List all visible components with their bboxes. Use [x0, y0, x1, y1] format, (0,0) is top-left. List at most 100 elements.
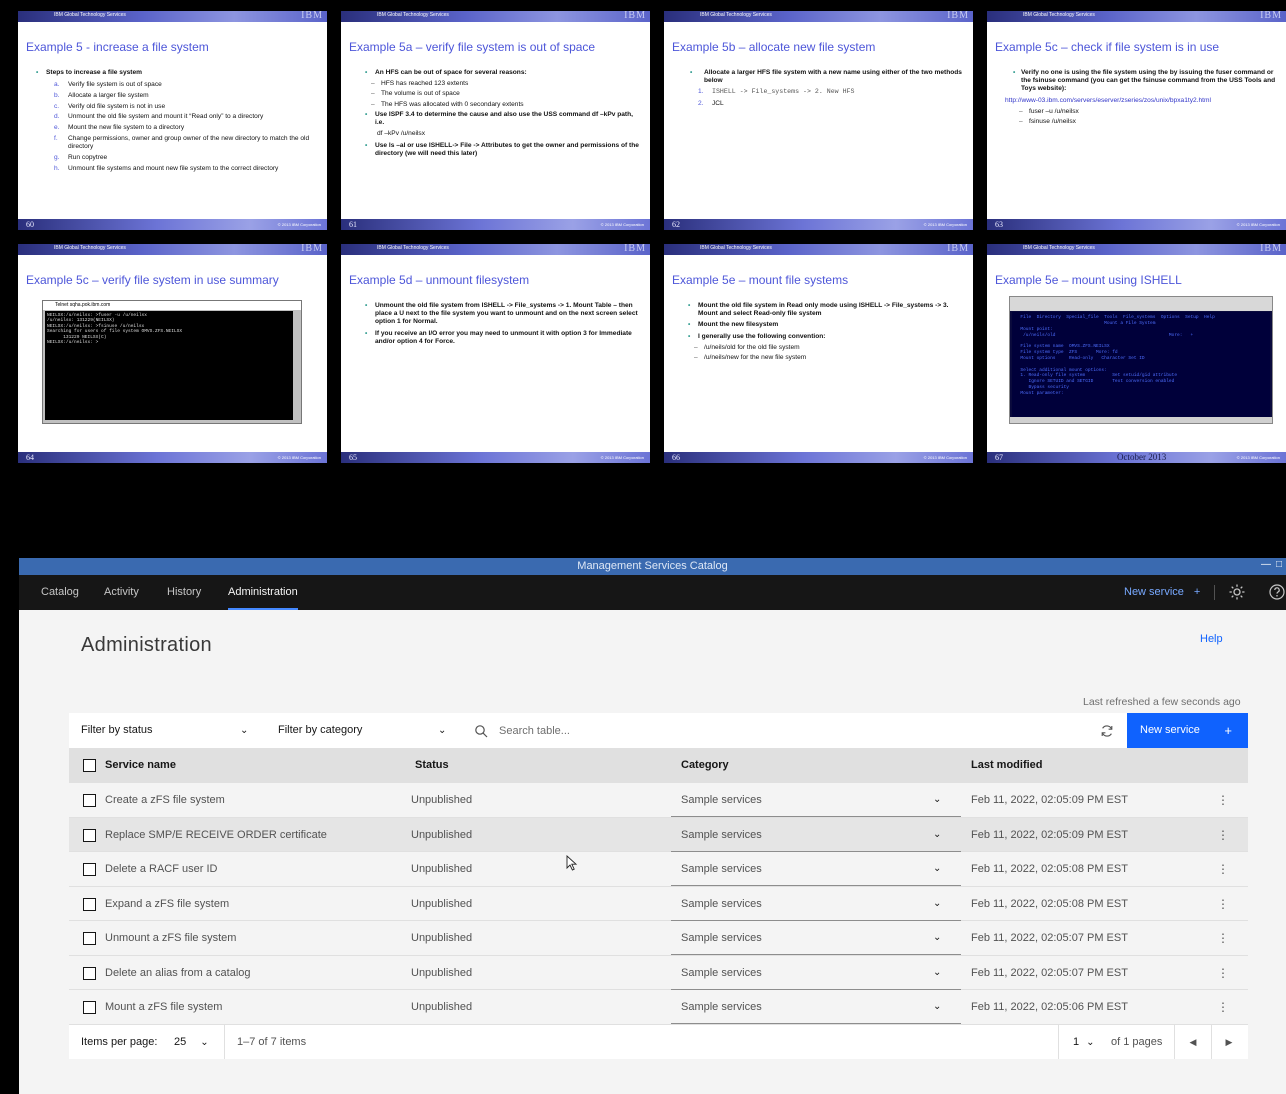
ibm-logo: IBM: [1260, 11, 1282, 21]
column-header-status[interactable]: Status: [415, 748, 449, 783]
row-checkbox[interactable]: [83, 863, 96, 876]
tab-history[interactable]: History: [167, 575, 201, 610]
ibm-logo: IBM: [1260, 244, 1282, 254]
table-row[interactable]: Unmount a zFS file system Unpublished Samp…: [69, 921, 1248, 956]
items-per-page-select[interactable]: 25 ⌄: [174, 1025, 209, 1059]
chevron-down-icon: ⌄: [933, 863, 942, 874]
chevron-down-icon: ⌄: [240, 725, 249, 736]
table-row[interactable]: Delete an alias from a catalog Unpublishe…: [69, 955, 1248, 990]
slide-thumbnail[interactable]: IBM Global Technology Services IBM Exampl…: [18, 244, 327, 463]
slide-subitem: /u/neils/new for the new file system: [704, 354, 807, 362]
overflow-menu-icon[interactable]: ⋮: [1217, 956, 1229, 990]
slide-thumbnail[interactable]: IBM Global Technology Services IBM Exampl…: [664, 11, 973, 230]
select-all-checkbox[interactable]: [83, 759, 96, 772]
slide-thumbnail[interactable]: IBM Global Technology Services IBM Exampl…: [18, 11, 327, 230]
slide-header-text: IBM Global Technology Services: [54, 245, 126, 251]
service-name[interactable]: Delete an alias from a catalog: [105, 956, 251, 990]
tab-activity[interactable]: Activity: [104, 575, 139, 610]
slide-header: IBM Global Technology Services IBM: [18, 244, 327, 255]
slide-header: IBM Global Technology Services IBM: [987, 244, 1286, 255]
service-name[interactable]: Delete a RACF user ID: [105, 852, 217, 886]
column-header-service-name[interactable]: Service name: [105, 748, 176, 783]
slide-thumbnail[interactable]: IBM Global Technology Services IBM Exampl…: [664, 244, 973, 463]
row-checkbox[interactable]: [83, 932, 96, 945]
overflow-menu-icon[interactable]: ⋮: [1217, 887, 1229, 921]
maximize-icon[interactable]: □: [1274, 559, 1284, 571]
row-checkbox[interactable]: [83, 828, 96, 842]
new-service-button[interactable]: New service +: [1127, 713, 1248, 748]
last-modified-text: Feb 11, 2022, 02:05:09 PM EST: [971, 794, 1128, 806]
tab-catalog[interactable]: Catalog: [41, 575, 79, 610]
page-select[interactable]: 1 ⌄: [1073, 1025, 1095, 1059]
service-name[interactable]: Expand a zFS file system: [105, 887, 229, 921]
row-checkbox[interactable]: [83, 1001, 96, 1014]
slide-thumbnail[interactable]: IBM Global Technology Services IBM Exampl…: [987, 11, 1286, 230]
slide-number: 65: [349, 453, 357, 462]
minimize-icon[interactable]: —: [1261, 559, 1271, 571]
tab-administration[interactable]: Administration: [228, 575, 298, 610]
slide-thumbnail[interactable]: IBM Global Technology Services IBM Exampl…: [341, 244, 650, 463]
category-value: Sample services: [681, 966, 762, 979]
row-checkbox[interactable]: [83, 897, 96, 911]
table-row[interactable]: Replace SMP/E RECEIVE ORDER certificate U…: [69, 817, 1248, 852]
table-row[interactable]: Delete a RACF user ID Unpublished Sample s…: [69, 852, 1248, 887]
previous-page-icon[interactable]: ◀: [1187, 1025, 1199, 1059]
table-row[interactable]: Mount a zFS file system Unpublished Sample…: [69, 990, 1248, 1025]
service-name[interactable]: Mount a zFS file system: [105, 990, 222, 1024]
last-modified-text: Feb 11, 2022, 02:05:06 PM EST: [971, 1001, 1128, 1013]
service-name[interactable]: Unmount a zFS file system: [105, 921, 236, 955]
ibm-logo: IBM: [301, 244, 323, 254]
slide-number: 66: [672, 453, 680, 462]
slide-header-text: IBM Global Technology Services: [700, 245, 772, 251]
slide-thumbnail[interactable]: IBM Global Technology Services IBM Exampl…: [987, 244, 1286, 463]
page-value: 1: [1073, 1036, 1080, 1048]
overflow-menu-icon[interactable]: ⋮: [1217, 783, 1229, 817]
search-input[interactable]: [499, 719, 1089, 743]
table-row[interactable]: Create a zFS file system Unpublished Sampl…: [69, 783, 1248, 818]
category-value: Sample services: [681, 828, 762, 841]
gear-icon[interactable]: [1228, 583, 1246, 601]
ishell-screen: File Directory Special_file Tools File_s…: [1012, 312, 1270, 417]
next-page-icon[interactable]: ▶: [1223, 1025, 1235, 1059]
chevron-down-icon: ⌄: [933, 828, 942, 840]
items-range: 1–7 of 7 items: [237, 1036, 307, 1048]
refresh-icon[interactable]: [1100, 724, 1114, 738]
slide-footer: 65 © 2013 IBM Corporation: [341, 452, 650, 463]
slide-link: http://www-03.ibm.com/servers/eserver/zs…: [1005, 96, 1211, 104]
slide-footer: 62 © 2013 IBM Corporation: [664, 219, 973, 230]
slide-header-text: IBM Global Technology Services: [1023, 245, 1095, 251]
overflow-menu-icon[interactable]: ⋮: [1217, 990, 1229, 1024]
window-titlebar: Management Services Catalog — □: [19, 558, 1286, 575]
slide-title: Example 5e – mount using ISHELL: [995, 273, 1182, 287]
column-header-last-modified[interactable]: Last modified: [971, 748, 1043, 783]
ibm-logo: IBM: [947, 11, 969, 21]
overflow-menu-icon[interactable]: ⋮: [1217, 818, 1229, 852]
filter-by-status-dropdown[interactable]: Filter by status: [81, 713, 153, 748]
slide-lead: Allocate a larger HFS file system with a…: [704, 69, 962, 85]
row-checkbox[interactable]: [83, 794, 96, 807]
row-checkbox[interactable]: [83, 966, 96, 980]
slide-title: Example 5 - increase a file system: [26, 40, 209, 54]
filter-by-category-dropdown[interactable]: Filter by category: [278, 713, 362, 748]
slide-copyright: © 2013 IBM Corporation: [600, 455, 644, 460]
table-row[interactable]: Expand a zFS file system Unpublished Sampl…: [69, 886, 1248, 921]
items-per-page-value: 25: [174, 1036, 187, 1048]
overflow-menu-icon[interactable]: ⋮: [1217, 921, 1229, 955]
service-name[interactable]: Replace SMP/E RECEIVE ORDER certificate: [105, 818, 327, 852]
slide-item: Mount the new file system to a directory: [68, 124, 185, 132]
service-name[interactable]: Create a zFS file system: [105, 783, 225, 817]
window-controls: — □: [1261, 559, 1284, 571]
overflow-menu-icon[interactable]: ⋮: [1217, 852, 1229, 886]
slide-item: JCL: [712, 99, 724, 107]
slide-item: ISHELL -> File_systems -> 2. New HFS: [712, 88, 855, 96]
column-header-category[interactable]: Category: [681, 748, 729, 783]
nav-new-service-link[interactable]: New service +: [1124, 575, 1200, 610]
slide-footer: 63 © 2013 IBM Corporation: [987, 219, 1286, 230]
help-link[interactable]: Help: [1200, 633, 1223, 645]
category-value: Sample services: [681, 794, 762, 806]
slide-title: Example 5e – mount file systems: [672, 273, 849, 287]
help-icon[interactable]: [1268, 583, 1286, 601]
slide-thumbnail[interactable]: IBM Global Technology Services IBM Exampl…: [341, 11, 650, 230]
slide-bullet: Mount the old file system in Read only m…: [698, 302, 949, 318]
telnet-screen: NEILSX:/u/neilsx: >fuser -u /u/neilsx /u…: [45, 311, 293, 420]
